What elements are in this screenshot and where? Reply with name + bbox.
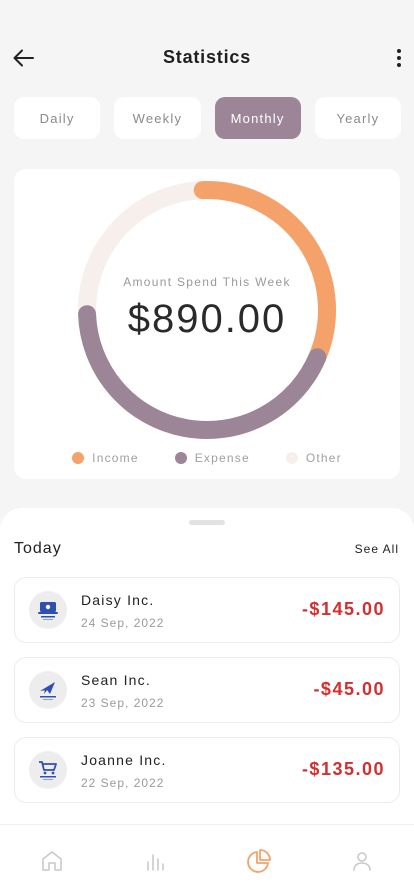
transaction-date: 24 Sep, 2022 — [81, 616, 165, 630]
shopping-cart-logo-icon — [29, 751, 67, 789]
delivery-plane-logo-icon — [29, 671, 67, 709]
transaction-date: 23 Sep, 2022 — [81, 696, 165, 710]
more-dot-icon — [397, 63, 401, 67]
nav-home[interactable] — [32, 841, 72, 881]
page-title: Statistics — [162, 47, 252, 67]
legend-item-income: Income — [72, 451, 139, 465]
tab-yearly[interactable]: Yearly — [314, 97, 401, 139]
tab-daily[interactable]: Daily — [14, 97, 101, 139]
home-icon — [41, 850, 62, 871]
more-dot-icon — [397, 49, 401, 53]
more-dot-icon — [397, 56, 401, 60]
more-options-button[interactable] — [392, 44, 406, 72]
transaction-amount: -$145.00 — [301, 599, 385, 619]
nav-stats[interactable] — [135, 841, 175, 881]
section-title: Today — [14, 540, 62, 557]
transaction-date: 22 Sep, 2022 — [81, 776, 165, 790]
profile-icon — [353, 851, 372, 871]
chart-legend: Income Expense Other — [14, 451, 400, 465]
legend-label-other: Other — [305, 451, 342, 465]
transaction-name: Sean Inc. — [81, 672, 151, 688]
period-tabs: Daily Weekly Monthly Yearly — [14, 97, 401, 139]
tab-weekly[interactable]: Weekly — [114, 97, 201, 139]
nav-profile[interactable] — [342, 841, 382, 881]
tab-monthly[interactable]: Monthly — [214, 97, 301, 139]
chart-label: Amount Spend This Week — [123, 275, 291, 289]
transaction-amount: -$135.00 — [301, 759, 385, 779]
bottom-nav — [0, 824, 414, 896]
transaction-item[interactable]: Sean Inc. 23 Sep, 2022 -$45.00 — [14, 657, 400, 723]
legend-dot-other — [285, 452, 298, 464]
bar-chart-icon — [147, 853, 165, 871]
transaction-item[interactable]: Joanne Inc. 22 Sep, 2022 -$135.00 — [14, 737, 400, 803]
transaction-name: Joanne Inc. — [81, 752, 167, 768]
transaction-item[interactable]: Daisy Inc. 24 Sep, 2022 -$145.00 — [14, 577, 400, 643]
nav-analytics[interactable] — [239, 841, 279, 881]
legend-label-income: Income — [92, 451, 139, 465]
chart-amount: $890.00 — [127, 297, 287, 341]
pie-chart-icon — [246, 848, 271, 873]
sheet-drag-handle[interactable] — [189, 520, 225, 525]
legend-item-other: Other — [285, 451, 342, 465]
legend-dot-expense — [174, 452, 187, 464]
chart-card: Amount Spend This Week $890.00 Income Ex… — [14, 169, 400, 479]
see-all-link[interactable]: See All — [355, 542, 399, 556]
transaction-amount: -$45.00 — [313, 679, 385, 699]
legend-dot-income — [72, 452, 85, 464]
transaction-name: Daisy Inc. — [81, 592, 155, 608]
legend-item-expense: Expense — [174, 451, 250, 465]
donut-segment-other — [78, 181, 204, 315]
laptop-shop-logo-icon — [29, 591, 67, 629]
legend-label-expense: Expense — [194, 451, 250, 465]
